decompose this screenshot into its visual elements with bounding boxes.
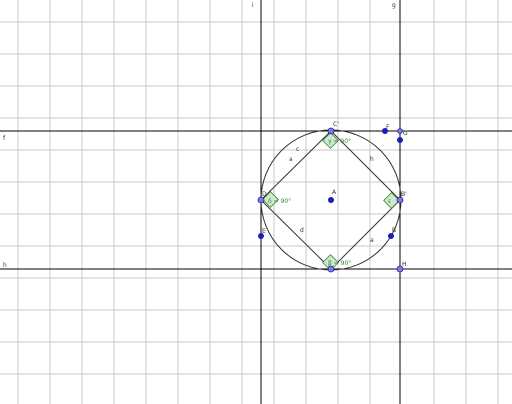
side-label-bottom-left: d — [300, 227, 304, 234]
point-e-label: E — [262, 228, 266, 235]
point-b-label: B — [392, 227, 396, 234]
point-h-label: H — [402, 261, 407, 268]
angle-gamma-label: γ = 90° — [328, 138, 351, 145]
side-label-bottom-right: a — [370, 237, 374, 244]
side-label-top-right: h — [370, 156, 374, 163]
geometry-canvas[interactable]: i g f h c a h d a γ = 90° δ = 90° ε β = … — [0, 0, 512, 404]
point-d-label: D — [262, 191, 267, 198]
circle-c-label: c — [296, 146, 299, 153]
point-bottom[interactable] — [327, 265, 335, 273]
point-g[interactable] — [397, 137, 403, 143]
side-label-top-left: a — [289, 156, 293, 163]
point-c-prime[interactable] — [327, 127, 335, 135]
point-intersection-fg[interactable] — [397, 128, 403, 134]
point-g-label: G — [403, 130, 408, 137]
line-g-label: g — [392, 2, 396, 9]
point-c-prime-label: C' — [333, 121, 339, 128]
angle-epsilon-label: ε — [388, 198, 391, 205]
point-b-prime-label: B' — [401, 191, 407, 198]
point-a[interactable] — [328, 197, 334, 203]
canvas-background — [0, 0, 512, 404]
angle-delta-label: δ = 90° — [268, 198, 291, 205]
line-h-label: h — [3, 262, 7, 269]
point-f-label: F — [386, 124, 390, 131]
